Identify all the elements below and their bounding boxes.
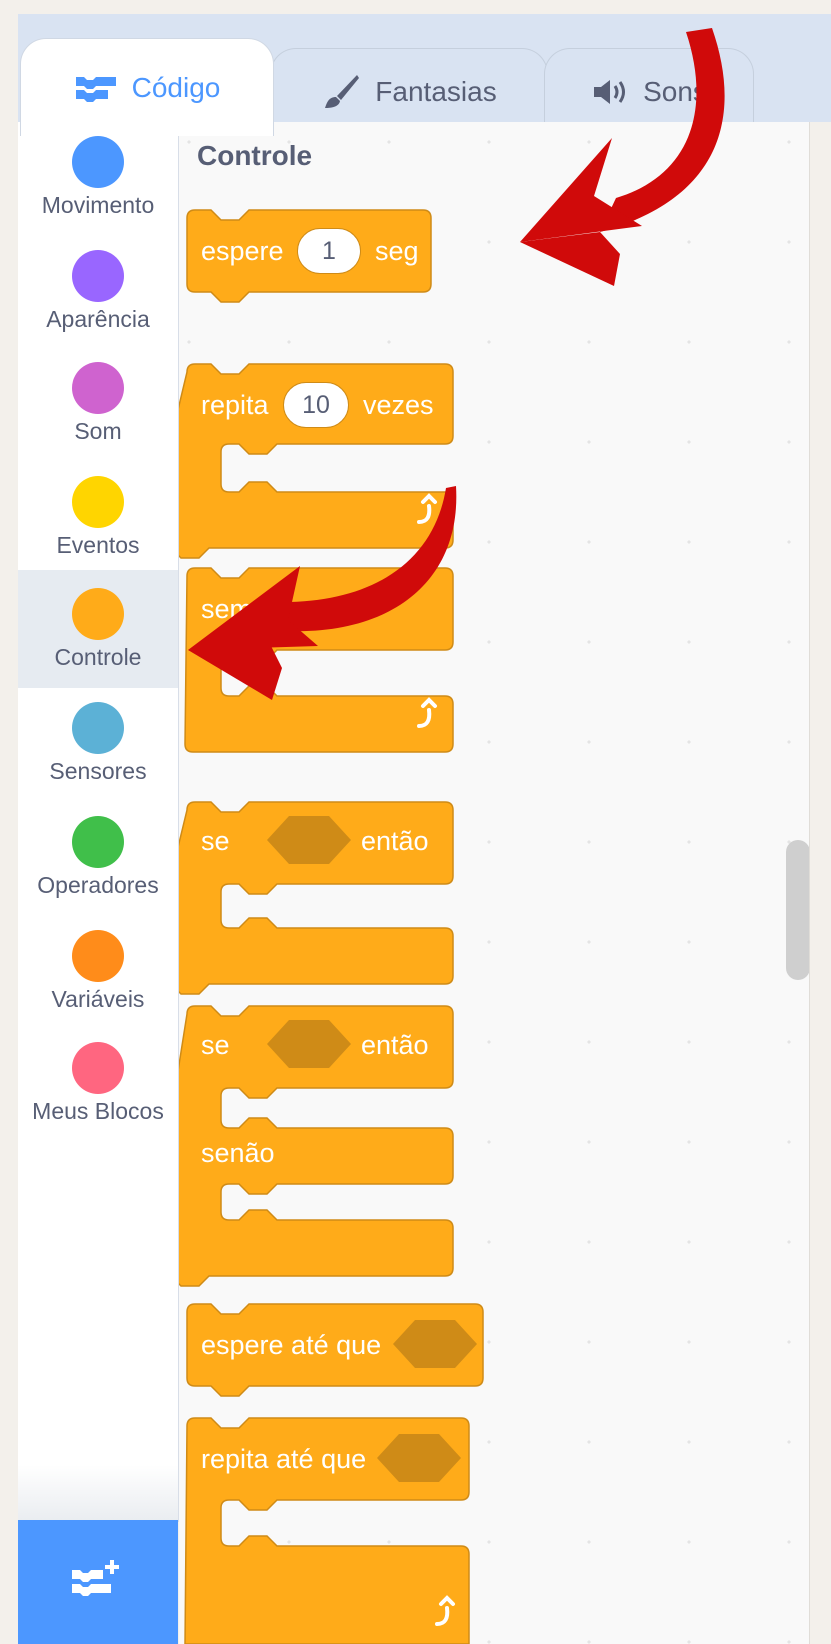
repeat-until-block-label: repita até que — [201, 1444, 367, 1474]
category-sensing[interactable]: Sensores — [18, 688, 178, 806]
category-control[interactable]: Controle — [18, 570, 178, 688]
category-dot-icon — [72, 362, 124, 414]
tab-bar: Código Fantasias Sons — [18, 14, 831, 136]
category-label: Eventos — [56, 532, 140, 558]
category-operators[interactable]: Operadores — [18, 802, 178, 920]
wait-block-label: espere — [201, 236, 284, 266]
repeat-block-label: repita — [201, 390, 269, 420]
if-else-block-then: então — [361, 1030, 429, 1060]
category-label: Meus Blocos — [32, 1098, 164, 1124]
tab-code-label: Código — [131, 71, 221, 103]
if-else-block-else: senão — [201, 1138, 275, 1168]
palette-scrollbar[interactable] — [786, 840, 810, 980]
category-dot-icon — [72, 250, 124, 302]
if-else-block-label: se — [201, 1030, 230, 1060]
category-dot-icon — [72, 930, 124, 982]
if-then-block-label: se — [201, 826, 230, 856]
category-dot-icon — [72, 476, 124, 528]
repeat-block-unit: vezes — [363, 390, 434, 420]
paintbrush-icon — [321, 72, 361, 112]
code-icon — [74, 74, 118, 102]
category-my-blocks[interactable]: Meus Blocos — [18, 1028, 178, 1146]
forever-block-label: sempre — [201, 594, 292, 624]
category-motion[interactable]: Movimento — [18, 122, 178, 240]
wait-block-unit: seg — [375, 236, 419, 266]
category-looks[interactable]: Aparência — [18, 236, 178, 354]
category-label: Variáveis — [51, 986, 145, 1012]
category-label: Movimento — [41, 192, 155, 218]
category-sound[interactable]: Som — [18, 348, 178, 466]
wait-until-block-label: espere até que — [201, 1330, 382, 1360]
category-variables[interactable]: Variáveis — [18, 916, 178, 1034]
repeat-count-input[interactable]: 10 — [283, 382, 349, 428]
category-label: Aparência — [46, 306, 150, 332]
speaker-icon — [591, 77, 629, 107]
category-events[interactable]: Eventos — [18, 462, 178, 580]
category-dot-icon — [72, 702, 124, 754]
tab-costumes-label: Fantasias — [375, 75, 497, 107]
category-label: Operadores — [37, 872, 159, 898]
category-dot-icon — [72, 588, 124, 640]
category-label: Controle — [54, 644, 142, 670]
wait-seconds-input[interactable]: 1 — [297, 228, 361, 274]
scratch-editor: Código Fantasias Sons Movimento Aparênci… — [0, 0, 831, 1644]
category-dot-icon — [72, 1042, 124, 1094]
block-palette: Controle espere 1 seg repita 10 vezes se… — [179, 122, 809, 1644]
add-extension-icon — [68, 1558, 128, 1607]
workspace-edge — [809, 122, 831, 1644]
category-dot-icon — [72, 816, 124, 868]
category-label: Som — [74, 418, 122, 444]
category-menu-fade — [18, 1465, 178, 1523]
tab-sounds-label: Sons — [643, 75, 707, 107]
category-label: Sensores — [49, 758, 147, 784]
if-then-block-then: então — [361, 826, 429, 856]
category-dot-icon — [72, 136, 124, 188]
add-extension-button[interactable] — [18, 1520, 178, 1644]
tab-code[interactable]: Código — [20, 38, 274, 136]
category-menu: Movimento Aparência Som Eventos Controle… — [18, 122, 179, 1522]
